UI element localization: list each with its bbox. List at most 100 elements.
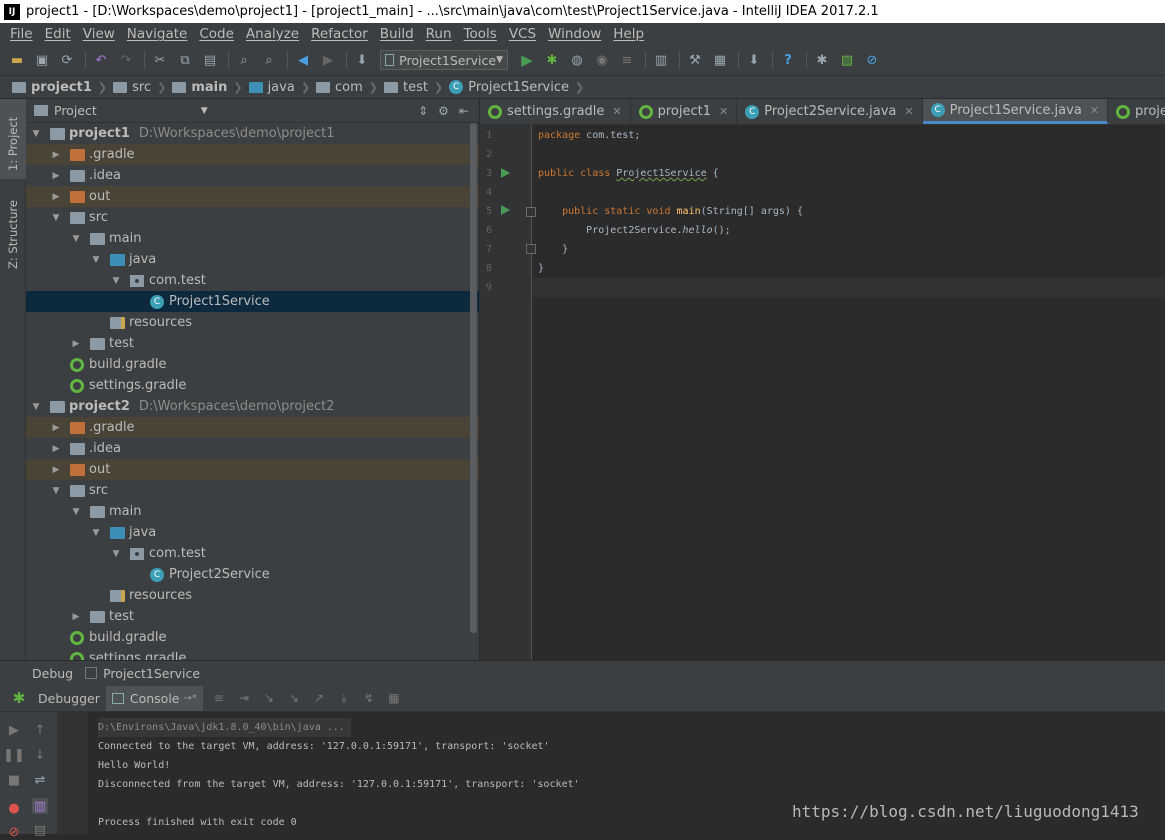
close-icon[interactable]: ✕ — [719, 105, 728, 118]
find-icon[interactable]: ⌕ — [233, 49, 255, 71]
structure-tool-tab[interactable]: Z: Structure — [6, 200, 20, 269]
run-gutter-icon[interactable] — [501, 168, 510, 178]
tab-console[interactable]: Console →* — [105, 685, 203, 711]
expanded-arrow-icon[interactable]: ▼ — [110, 549, 122, 559]
profile-icon[interactable]: ◉ — [591, 49, 613, 71]
activity-monitor-icon[interactable]: ▧ — [836, 49, 858, 71]
menu-navigate[interactable]: Navigate — [121, 26, 194, 42]
menu-refactor[interactable]: Refactor — [305, 26, 374, 42]
print-icon[interactable]: ▤ — [32, 822, 48, 838]
tree-item[interactable]: ▼ main — [26, 228, 479, 249]
tab-project1service[interactable]: C Project1Service.java ✕ — [922, 99, 1109, 124]
collapsed-arrow-icon[interactable]: ▶ — [50, 192, 62, 202]
tab-settings-gradle[interactable]: settings.gradle ✕ — [480, 99, 631, 124]
expanded-arrow-icon[interactable]: ▼ — [90, 528, 102, 538]
expanded-arrow-icon[interactable]: ▼ — [70, 507, 82, 517]
pause-icon[interactable]: ❚❚ — [3, 747, 25, 763]
menu-code[interactable]: Code — [193, 26, 240, 42]
run-to-cursor-icon[interactable]: ↯ — [360, 689, 378, 707]
tree-item[interactable]: resources — [26, 312, 479, 333]
project-tree-scrollbar[interactable] — [470, 123, 477, 633]
tab-project2service[interactable]: C Project2Service.java ✕ — [737, 99, 923, 124]
tree-item[interactable]: ▶ .idea — [26, 165, 479, 186]
tree-item-selected[interactable]: C Project1Service — [26, 291, 479, 312]
run-gutter-icon[interactable] — [501, 205, 510, 215]
breadcrumb-item[interactable]: com — [316, 80, 363, 95]
copy-icon[interactable]: ⧉ — [174, 49, 196, 71]
redo-icon[interactable]: ↷ — [115, 49, 137, 71]
mute-breakpoints-icon[interactable]: ⊘ — [6, 824, 22, 840]
tree-item[interactable]: ▼ main — [26, 501, 479, 522]
view-breakpoints-icon[interactable]: ● — [6, 800, 22, 816]
collapsed-arrow-icon[interactable]: ▶ — [70, 339, 82, 349]
expanded-arrow-icon[interactable]: ▼ — [50, 213, 62, 223]
help-icon[interactable]: ? — [777, 49, 799, 71]
collapsed-arrow-icon[interactable]: ▶ — [50, 171, 62, 181]
collapse-all-icon[interactable]: ⇕ — [418, 104, 428, 118]
expanded-arrow-icon[interactable]: ▼ — [90, 255, 102, 265]
run-icon[interactable]: ▶ — [516, 49, 538, 71]
evaluate-expression-icon[interactable]: ▦ — [385, 689, 403, 707]
sdk-icon[interactable]: ⬇ — [743, 49, 765, 71]
tree-item[interactable]: ▶ test — [26, 606, 479, 627]
menu-file[interactable]: File — [4, 26, 39, 42]
power-save-icon[interactable]: ⊘ — [861, 49, 883, 71]
back-icon[interactable]: ◀ — [292, 49, 314, 71]
code-editor[interactable]: 1 2 3 4 5 6 7 8 9 package com.test; publ… — [480, 125, 1165, 660]
tree-item[interactable]: build.gradle — [26, 354, 479, 375]
close-icon[interactable]: ✕ — [1090, 104, 1099, 117]
tree-item-project2[interactable]: ▼ project2 D:\Workspaces\demo\project2 — [26, 396, 479, 417]
tree-item[interactable]: ▶ .gradle — [26, 144, 479, 165]
collapsed-arrow-icon[interactable]: ▶ — [50, 423, 62, 433]
tree-item[interactable]: settings.gradle — [26, 375, 479, 396]
tab-project2[interactable]: project2✕ — [1108, 99, 1165, 124]
menu-tools[interactable]: Tools — [458, 26, 503, 42]
breadcrumb-item[interactable]: C Project1Service — [449, 80, 569, 95]
step-into-icon[interactable]: ↘ — [260, 689, 278, 707]
replace-icon[interactable]: ⌕ — [258, 49, 280, 71]
menu-build[interactable]: Build — [374, 26, 420, 42]
fold-icon[interactable] — [526, 244, 536, 254]
collapsed-arrow-icon[interactable]: ▶ — [50, 150, 62, 160]
tree-item[interactable]: ▶ out — [26, 186, 479, 207]
collapsed-arrow-icon[interactable]: ▶ — [50, 465, 62, 475]
settings-icon[interactable]: ⚒ — [684, 49, 706, 71]
tree-item[interactable]: ▶ test — [26, 333, 479, 354]
debug-icon[interactable]: ✱ — [541, 49, 563, 71]
tree-item-project1[interactable]: ▼ project1 D:\Workspaces\demo\project1 — [26, 123, 479, 144]
tab-project1[interactable]: project1 ✕ — [631, 99, 738, 124]
tree-item[interactable]: ▼ src — [26, 207, 479, 228]
tree-item[interactable]: ▼ java — [26, 522, 479, 543]
expanded-arrow-icon[interactable]: ▼ — [30, 402, 42, 412]
close-icon[interactable]: ✕ — [904, 105, 913, 118]
breadcrumb-item[interactable]: main — [172, 80, 227, 95]
tree-item[interactable]: resources — [26, 585, 479, 606]
debug-session-tab[interactable]: Project1Service — [103, 666, 200, 681]
forward-icon[interactable]: ▶ — [317, 49, 339, 71]
paste-icon[interactable]: ▤ — [199, 49, 221, 71]
breadcrumb-item[interactable]: java — [248, 80, 295, 95]
tree-item[interactable]: ▼ com.test — [26, 543, 479, 564]
tab-debugger[interactable]: Debugger — [32, 686, 106, 711]
down-icon[interactable]: ↓ — [32, 747, 48, 763]
project-tool-tab[interactable]: 1: Project — [6, 117, 20, 171]
save-all-icon[interactable]: ▣ — [31, 49, 53, 71]
up-icon[interactable]: ↑ — [32, 722, 48, 738]
close-icon[interactable]: ✕ — [612, 105, 621, 118]
tree-item[interactable]: C Project2Service — [26, 564, 479, 585]
undo-icon[interactable]: ↶ — [90, 49, 112, 71]
project-view-select[interactable]: Project — [54, 103, 97, 118]
breadcrumb-item[interactable]: project1 — [12, 80, 92, 95]
force-step-into-icon[interactable]: ↘ — [285, 689, 303, 707]
breadcrumb-item[interactable]: src — [113, 80, 151, 95]
resume-icon[interactable]: ▶ — [6, 722, 22, 738]
vcs-icon[interactable]: ▥ — [650, 49, 672, 71]
tree-item[interactable]: ▼ com.test — [26, 270, 479, 291]
pin-icon[interactable]: →* — [184, 693, 197, 704]
plugin-icon[interactable]: ✱ — [811, 49, 833, 71]
step-over-icon[interactable]: ⇥ — [235, 689, 253, 707]
expanded-arrow-icon[interactable]: ▼ — [30, 129, 42, 139]
breadcrumb-item[interactable]: test — [384, 80, 428, 95]
tree-item[interactable]: build.gradle — [26, 627, 479, 648]
collapsed-arrow-icon[interactable]: ▶ — [70, 612, 82, 622]
